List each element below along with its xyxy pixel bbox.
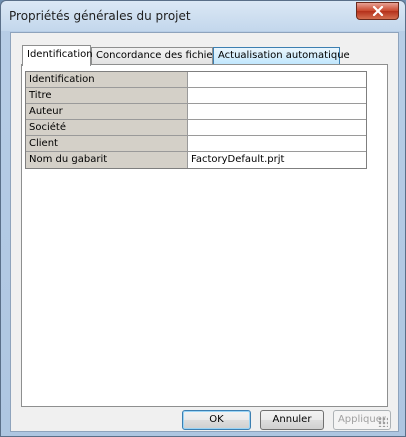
property-row[interactable]: Client — [26, 136, 366, 152]
property-grid: Identification Titre Auteur Société Clie… — [25, 71, 367, 169]
property-name: Nom du gabarit — [26, 152, 188, 168]
dialog-window: Propriétés générales du projet Identific… — [0, 0, 406, 437]
property-row[interactable]: Identification — [26, 72, 366, 88]
ok-button[interactable]: OK — [182, 410, 251, 430]
property-name: Société — [26, 120, 188, 135]
dialog-client-area: Identification Concordance des fichiers … — [10, 32, 399, 432]
property-row[interactable]: Nom du gabarit FactoryDefault.prjt — [26, 152, 366, 168]
property-value[interactable] — [188, 104, 366, 119]
property-name: Client — [26, 136, 188, 151]
tab-label: Identification — [27, 49, 93, 60]
close-icon — [372, 6, 383, 16]
cancel-button[interactable]: Annuler — [260, 410, 324, 430]
property-name: Auteur — [26, 104, 188, 119]
tab-actualisation-automatique[interactable]: Actualisation automatique — [213, 47, 350, 65]
resize-grip[interactable] — [378, 417, 388, 427]
property-value[interactable]: FactoryDefault.prjt — [188, 152, 366, 168]
close-button[interactable] — [356, 2, 399, 20]
property-value[interactable] — [188, 120, 366, 135]
property-value[interactable] — [188, 88, 366, 103]
property-name: Identification — [26, 72, 188, 87]
tab-identification[interactable]: Identification — [22, 45, 93, 66]
property-value[interactable] — [188, 72, 366, 87]
property-row[interactable]: Titre — [26, 88, 366, 104]
title-bar[interactable]: Propriétés générales du projet — [1, 1, 405, 31]
property-name: Titre — [26, 88, 188, 103]
property-row[interactable]: Société — [26, 120, 366, 136]
window-title: Propriétés générales du projet — [9, 9, 191, 23]
tab-label: Concordance des fichiers — [96, 50, 222, 61]
tab-label: Actualisation automatique — [218, 50, 350, 61]
tab-concordance-des-fichiers[interactable]: Concordance des fichiers — [91, 47, 222, 65]
property-value[interactable] — [188, 136, 366, 151]
property-row[interactable]: Auteur — [26, 104, 366, 120]
